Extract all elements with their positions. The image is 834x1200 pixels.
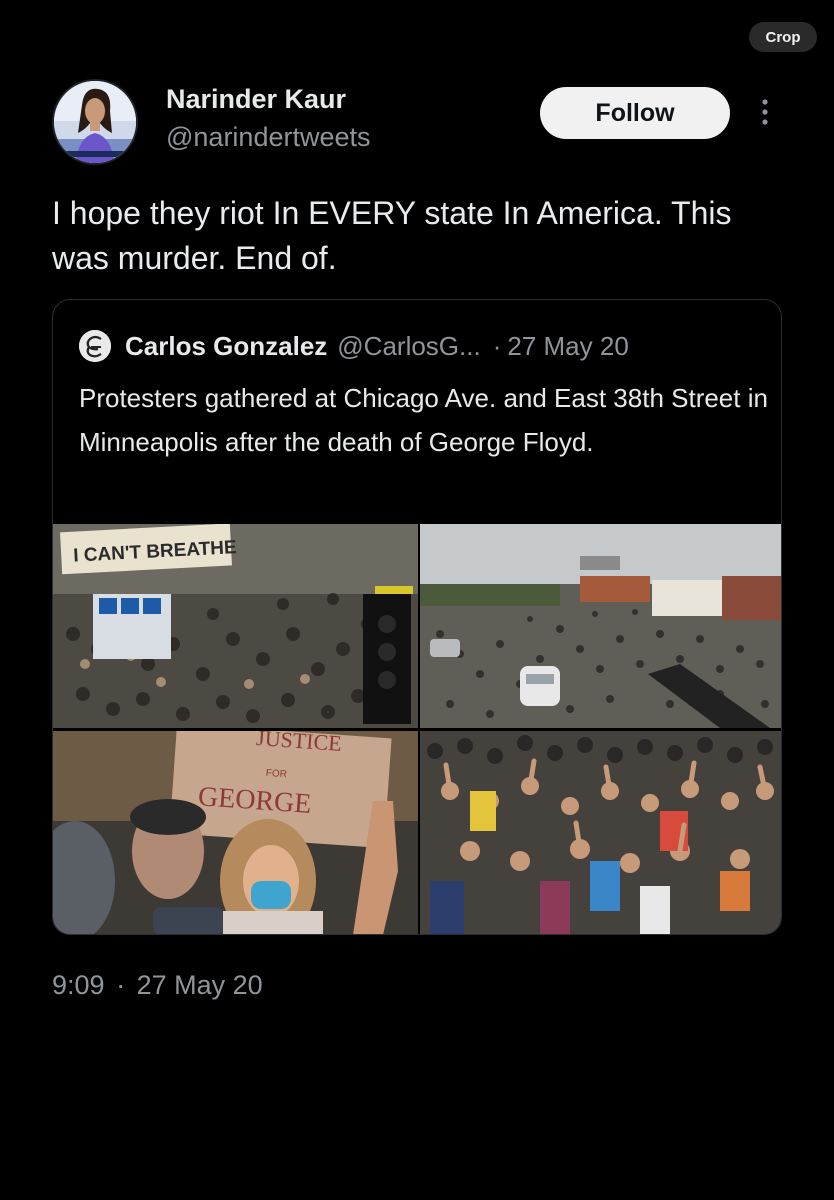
author-handle[interactable]: @narindertweets (166, 122, 371, 153)
tweet-timestamp[interactable]: 9:09 · 27 May 20 (52, 970, 263, 1001)
quote-text: Protesters gathered at Chicago Ave. and … (79, 383, 768, 457)
quote-handle[interactable]: @CarlosG... (337, 331, 480, 362)
quote-display-name[interactable]: Carlos Gonzalez (125, 331, 327, 362)
quote-separator: · (492, 330, 502, 361)
vertical-ellipsis-icon[interactable] (755, 96, 775, 130)
quote-photo-grid: I CAN'T BREATHE JUSTICE FOR GEORGE (53, 524, 781, 934)
tweet-text: I hope they riot In EVERY state In Ameri… (52, 195, 732, 276)
author-avatar-image (54, 81, 136, 163)
quoted-tweet-header: Carlos Gonzalez @CarlosG... · 27 May 20 (79, 329, 629, 363)
author-avatar[interactable] (52, 79, 138, 165)
follow-button[interactable]: Follow (540, 87, 730, 139)
photo-raised-fists[interactable] (420, 731, 781, 934)
crop-button[interactable]: Crop (749, 22, 817, 52)
photo-justice-sign[interactable]: JUSTICE FOR GEORGE (53, 731, 418, 934)
quote-date[interactable]: 27 May 20 (507, 331, 628, 362)
tweet-date: 27 May 20 (136, 970, 263, 1000)
quote-avatar-logo-icon (79, 330, 111, 362)
quoted-tweet-card[interactable]: Carlos Gonzalez @CarlosG... · 27 May 20 … (52, 299, 782, 935)
quote-avatar[interactable] (79, 330, 111, 362)
photo-street-crowd[interactable] (420, 524, 781, 728)
tweet-time: 9:09 (52, 970, 105, 1000)
timestamp-separator: · (116, 970, 126, 1000)
photo-crowd-sign[interactable]: I CAN'T BREATHE (53, 524, 418, 728)
justice-sign-line2: FOR (265, 768, 287, 780)
author-display-name[interactable]: Narinder Kaur (166, 84, 346, 115)
